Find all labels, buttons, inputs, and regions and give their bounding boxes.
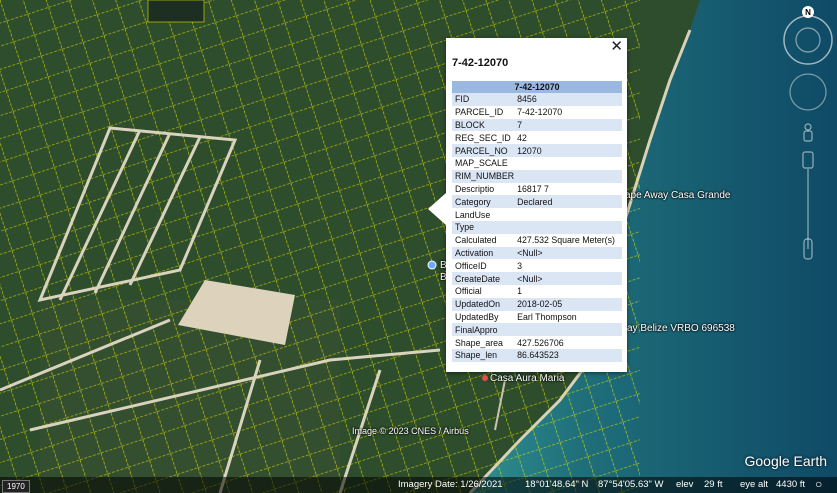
navigation-controls[interactable]: N	[783, 4, 833, 274]
attribute-row: Shape_len 86.643523	[452, 348, 622, 362]
attribute-value: 1	[517, 286, 523, 297]
attribute-key: BLOCK	[452, 118, 515, 132]
attribute-key: OfficeID	[455, 260, 487, 271]
status-bar: ⏲ 1970 Imagery Date: 1/26/2021 18°01'48.…	[0, 477, 837, 493]
attribute-key: CreateDate	[452, 272, 515, 285]
elevation-value: 29 ft	[704, 479, 723, 490]
attribute-value: 16817 7	[517, 183, 549, 194]
attribute-row: LandUse	[452, 208, 622, 221]
attribute-value: 3	[517, 260, 523, 271]
look-joystick[interactable]	[783, 15, 833, 65]
attribute-value: Declared	[514, 195, 622, 209]
attribute-row: CreateDate <Null>	[452, 272, 622, 285]
attribute-row: Activation <Null>	[452, 246, 622, 260]
attribute-row: Type	[452, 220, 622, 234]
google-earth-logo: Google Earth	[744, 453, 828, 469]
attribute-row: FinalAppro	[452, 323, 622, 337]
attribute-value: Earl Thompson	[517, 311, 577, 322]
attribute-key: UpdatedBy	[455, 311, 499, 322]
attribute-row: FID 8456	[452, 93, 622, 106]
attribute-row: MAP_SCALE	[452, 157, 622, 170]
zoom-slider[interactable]	[802, 151, 814, 260]
attribute-value	[514, 169, 622, 183]
popup-pointer	[428, 193, 446, 225]
imagery-copyright: Image © 2023 CNES / Airbus	[352, 426, 469, 436]
attribute-key: FinalAppro	[452, 323, 515, 337]
attribute-key: Shape_area	[455, 337, 503, 348]
attribute-value: 2018-02-05	[514, 297, 622, 311]
attribute-key: PARCEL_NO	[452, 144, 515, 157]
elevation-label: elev	[676, 479, 694, 490]
attribute-key: RIM_NUMBER	[452, 169, 515, 183]
attribute-value: 86.643523	[514, 348, 622, 362]
attribute-row: Official 1	[452, 285, 622, 298]
attribute-value: 12070	[514, 144, 622, 157]
attribute-row: PARCEL_ID 7-42-12070	[452, 106, 622, 119]
attribute-key: FID	[452, 93, 515, 106]
attribute-value: <Null>	[514, 246, 622, 260]
attribute-key: Activation	[452, 246, 515, 260]
attribute-value	[514, 208, 622, 221]
attribute-value: 427.526706	[517, 337, 564, 348]
attribute-row: Category Declared	[452, 195, 622, 209]
place-label[interactable]: Casa Aura Maria	[490, 373, 564, 384]
attribute-value: 7-42-12070	[517, 107, 563, 118]
attribute-value	[514, 157, 622, 170]
north-label: N	[805, 8, 811, 17]
eye-alt-value: 4430 ft	[776, 479, 806, 490]
attribute-value: 7	[514, 118, 622, 132]
attribute-row: UpdatedOn 2018-02-05	[452, 297, 622, 311]
place-label[interactable]: ay Belize VRBO 696538	[627, 323, 735, 334]
place-label[interactable]: ape Away Casa Grande	[625, 190, 730, 201]
attribute-value: 427.532 Square Meter(s)	[517, 235, 615, 246]
attribute-key: Category	[452, 195, 515, 209]
satellite-map[interactable]	[0, 0, 837, 493]
attribute-row: UpdatedBy Earl Thompson	[452, 311, 622, 324]
attribute-row: BLOCK 7	[452, 118, 622, 132]
attribute-key: PARCEL_ID	[455, 107, 504, 118]
attribute-key: LandUse	[455, 209, 491, 220]
close-icon[interactable]: ✕	[610, 39, 623, 55]
parcel-info-popup: ✕ 7-42-12070 7-42-12070 FID 8456 PARCEL_ID…	[428, 38, 627, 372]
attribute-table: 7-42-12070 FID 8456 PARCEL_ID 7-42-12070 BLO…	[452, 81, 622, 362]
attribute-value: 42	[517, 132, 527, 143]
attribute-row: REG_SEC_ID 42	[452, 131, 622, 144]
attribute-row: Shape_area 427.526706	[452, 336, 622, 349]
latitude: 18°01'48.64" N	[525, 479, 589, 490]
attribute-key: Type	[452, 220, 515, 234]
history-year[interactable]: 1970	[2, 480, 30, 493]
attribute-key: Official	[455, 286, 482, 297]
street-view-icon[interactable]	[803, 123, 813, 142]
north-compass-icon[interactable]: N	[802, 6, 814, 18]
attribute-row: PARCEL_NO 12070	[452, 144, 622, 157]
attribute-value: <Null>	[514, 272, 622, 285]
attribute-row: OfficeID 3	[452, 259, 622, 272]
attribute-key: REG_SEC_ID	[455, 132, 511, 143]
streaming-status-icon: ○	[815, 477, 823, 491]
attribute-row: Calculated 427.532 Square Meter(s)	[452, 234, 622, 247]
attribute-value: 8456	[514, 93, 622, 106]
attribute-key: Calculated	[455, 235, 497, 246]
popup-title: 7-42-12070	[452, 57, 509, 69]
attribute-key: UpdatedOn	[452, 297, 515, 311]
attribute-key: MAP_SCALE	[455, 158, 508, 169]
imagery-date: Imagery Date: 1/26/2021	[398, 479, 503, 490]
attribute-key: Shape_len	[452, 348, 515, 362]
longitude: 87°54'05.63" W	[598, 479, 664, 490]
attribute-value	[514, 220, 622, 234]
table-header: 7-42-12070	[452, 81, 622, 93]
eye-alt-label: eye alt	[740, 479, 768, 490]
attribute-row: Descriptio 16817 7	[452, 183, 622, 196]
attribute-row: RIM_NUMBER	[452, 169, 622, 183]
attribute-key: Descriptio	[455, 183, 495, 194]
attribute-value	[514, 323, 622, 337]
move-joystick[interactable]	[789, 73, 827, 111]
